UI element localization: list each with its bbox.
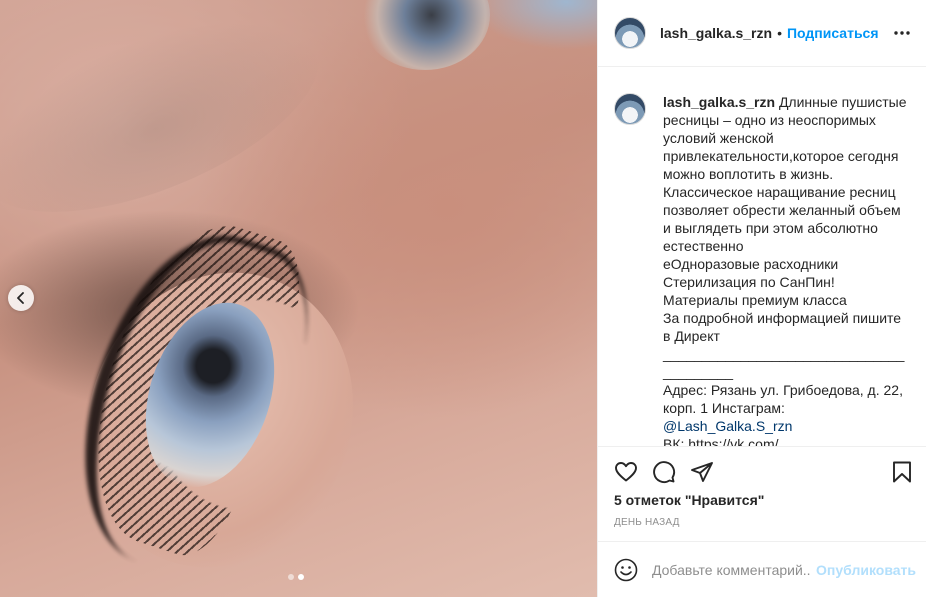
share-button[interactable] <box>688 458 716 486</box>
like-button[interactable] <box>612 458 640 486</box>
chevron-left-icon <box>17 292 24 304</box>
caption-avatar[interactable] <box>614 93 646 125</box>
comment-button[interactable] <box>650 458 678 486</box>
likes-count[interactable]: 5 отметок "Нравится" <box>614 492 764 508</box>
caption-body-end: ВК: https://vk.com/... <box>663 436 791 446</box>
bookmark-icon <box>893 461 911 482</box>
photo-top-right <box>470 0 597 50</box>
caption-body: Длинные пушистые ресницы – одно из неосп… <box>663 94 907 416</box>
avatar[interactable] <box>614 17 646 49</box>
carousel-dot-active <box>298 574 304 580</box>
share-icon <box>691 461 713 482</box>
caption-row: lash_galka.s_rzn Длинные пушистые ресниц… <box>614 93 910 446</box>
carousel-dots <box>288 574 304 580</box>
header-username[interactable]: lash_galka.s_rzn <box>660 25 772 41</box>
carousel-dot <box>288 574 294 580</box>
post-side-panel: lash_galka.s_rzn • Подписаться lash_galk… <box>597 0 926 597</box>
post-header: lash_galka.s_rzn • Подписаться <box>598 0 926 67</box>
carousel-prev-button[interactable] <box>8 285 34 311</box>
comments-area[interactable]: lash_galka.s_rzn Длинные пушистые ресниц… <box>598 67 926 446</box>
emoji-icon <box>614 558 638 581</box>
heart-icon <box>615 461 637 481</box>
comment-input[interactable] <box>652 561 811 578</box>
post-comment-button[interactable]: Опубликовать <box>816 562 916 578</box>
caption-username[interactable]: lash_galka.s_rzn <box>663 94 775 110</box>
add-comment-bar: Опубликовать <box>598 541 926 597</box>
photo-brow <box>0 0 345 252</box>
more-options-button[interactable] <box>892 23 912 43</box>
comment-icon <box>653 460 676 483</box>
action-bar <box>598 446 926 496</box>
post-timestamp[interactable]: день назад <box>614 517 680 528</box>
emoji-button[interactable] <box>612 556 640 584</box>
caption-text: lash_galka.s_rzn Длинные пушистые ресниц… <box>663 93 909 446</box>
post-photo[interactable] <box>0 0 597 597</box>
more-horizontal-icon <box>894 31 910 35</box>
save-button[interactable] <box>888 458 916 486</box>
caption-mention-link[interactable]: @Lash_Galka.S_rzn <box>663 418 792 434</box>
follow-button[interactable]: Подписаться <box>787 25 879 41</box>
header-separator: • <box>777 25 782 41</box>
